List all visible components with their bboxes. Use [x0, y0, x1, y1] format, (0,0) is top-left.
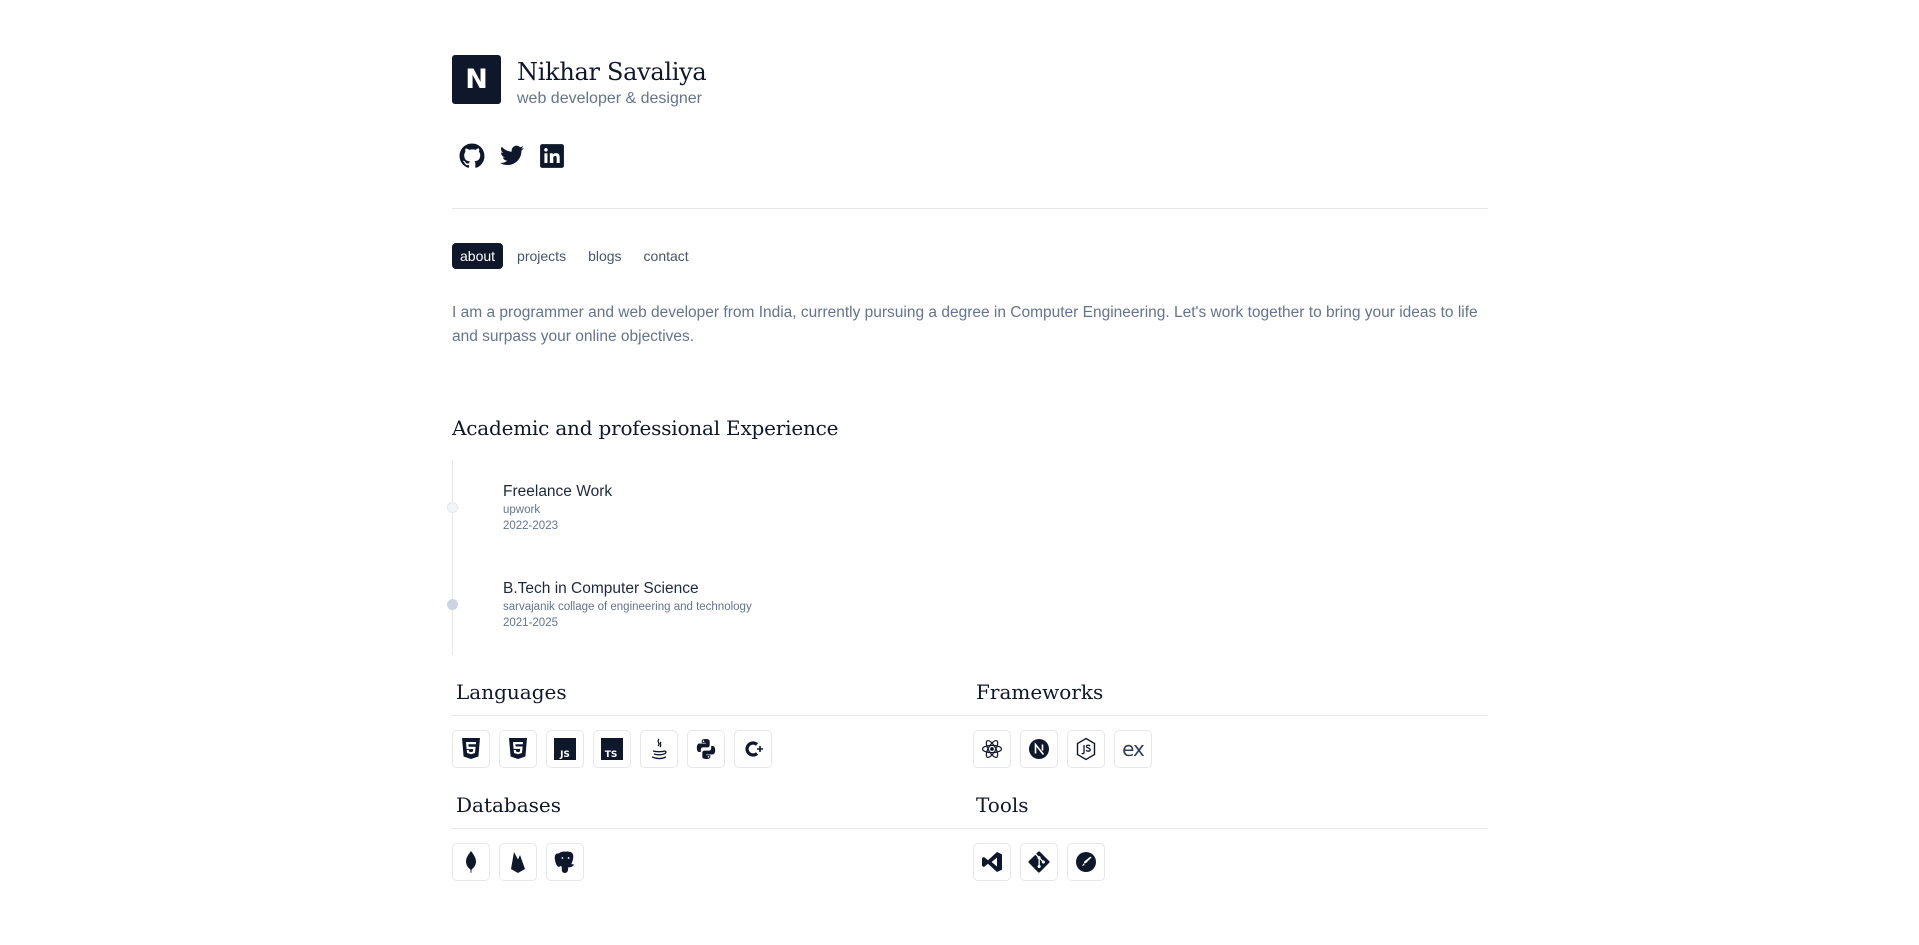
experience-title: Freelance Work	[503, 483, 613, 500]
vscode-icon[interactable]	[973, 843, 1011, 881]
experience-years: 2021-2025	[503, 617, 558, 629]
experience-heading: Academic and professional Experience	[452, 416, 839, 440]
timeline-dot	[447, 599, 458, 610]
nav-about[interactable]: about	[452, 243, 504, 269]
typescript-icon[interactable]: TS	[593, 730, 631, 768]
title-block: Nikhar Savaliya web developer & designer	[517, 55, 707, 108]
header-divider	[452, 208, 1488, 209]
git-icon[interactable]	[1020, 843, 1058, 881]
nextjs-icon[interactable]	[1020, 730, 1058, 768]
javascript-glyph: JS	[559, 750, 570, 760]
tools-icons	[973, 843, 1105, 881]
express-icon[interactable]: ex	[1114, 730, 1152, 768]
databases-icons	[452, 843, 584, 881]
postgresql-icon[interactable]	[546, 843, 584, 881]
github-icon[interactable]	[458, 142, 486, 170]
about-bio: I am a programmer and web developer from…	[452, 304, 1478, 345]
profile-header: N Nikhar Savaliya web developer & design…	[452, 55, 707, 108]
logo[interactable]: N	[452, 55, 501, 104]
postman-icon[interactable]	[1067, 843, 1105, 881]
css3-icon[interactable]	[499, 730, 537, 768]
experience-org: sarvajanik collage of engineering and te…	[503, 601, 752, 613]
nodejs-icon[interactable]	[1067, 730, 1105, 768]
languages-heading: Languages	[456, 680, 567, 704]
databases-heading: Databases	[456, 793, 562, 817]
python-icon[interactable]	[687, 730, 725, 768]
javascript-icon[interactable]: JS	[546, 730, 584, 768]
frameworks-icons: ex	[973, 730, 1152, 768]
skills-divider	[452, 715, 1488, 716]
experience-org: upwork	[503, 504, 541, 516]
social-links	[458, 142, 566, 170]
cplusplus-icon[interactable]	[734, 730, 772, 768]
react-icon[interactable]	[973, 730, 1011, 768]
skills-divider	[452, 828, 1488, 829]
tools-heading: Tools	[976, 793, 1029, 817]
express-glyph: ex	[1122, 737, 1145, 761]
nav-contact[interactable]: contact	[636, 243, 697, 269]
timeline-dot	[447, 502, 458, 513]
experience-item: Freelance Work upwork 2022-2023	[503, 482, 612, 534]
profile-name: Nikhar Savaliya	[517, 58, 707, 86]
languages-icons: JS TS	[452, 730, 772, 768]
firebase-icon[interactable]	[499, 843, 537, 881]
html5-icon[interactable]	[452, 730, 490, 768]
linkedin-icon[interactable]	[538, 142, 566, 170]
experience-years: 2022-2023	[503, 520, 558, 532]
mongodb-icon[interactable]	[452, 843, 490, 881]
profile-tagline: web developer & designer	[517, 90, 703, 107]
typescript-glyph: TS	[605, 750, 618, 760]
experience-item: B.Tech in Computer Science sarvajanik co…	[503, 579, 752, 631]
main-nav: about projects blogs contact	[452, 243, 697, 269]
experience-timeline: Freelance Work upwork 2022-2023 B.Tech i…	[447, 460, 1053, 655]
java-icon[interactable]	[640, 730, 678, 768]
nav-projects[interactable]: projects	[509, 243, 574, 269]
frameworks-heading: Frameworks	[976, 680, 1104, 704]
experience-title: B.Tech in Computer Science	[503, 580, 699, 597]
twitter-icon[interactable]	[498, 142, 526, 170]
nav-blogs[interactable]: blogs	[580, 243, 629, 269]
